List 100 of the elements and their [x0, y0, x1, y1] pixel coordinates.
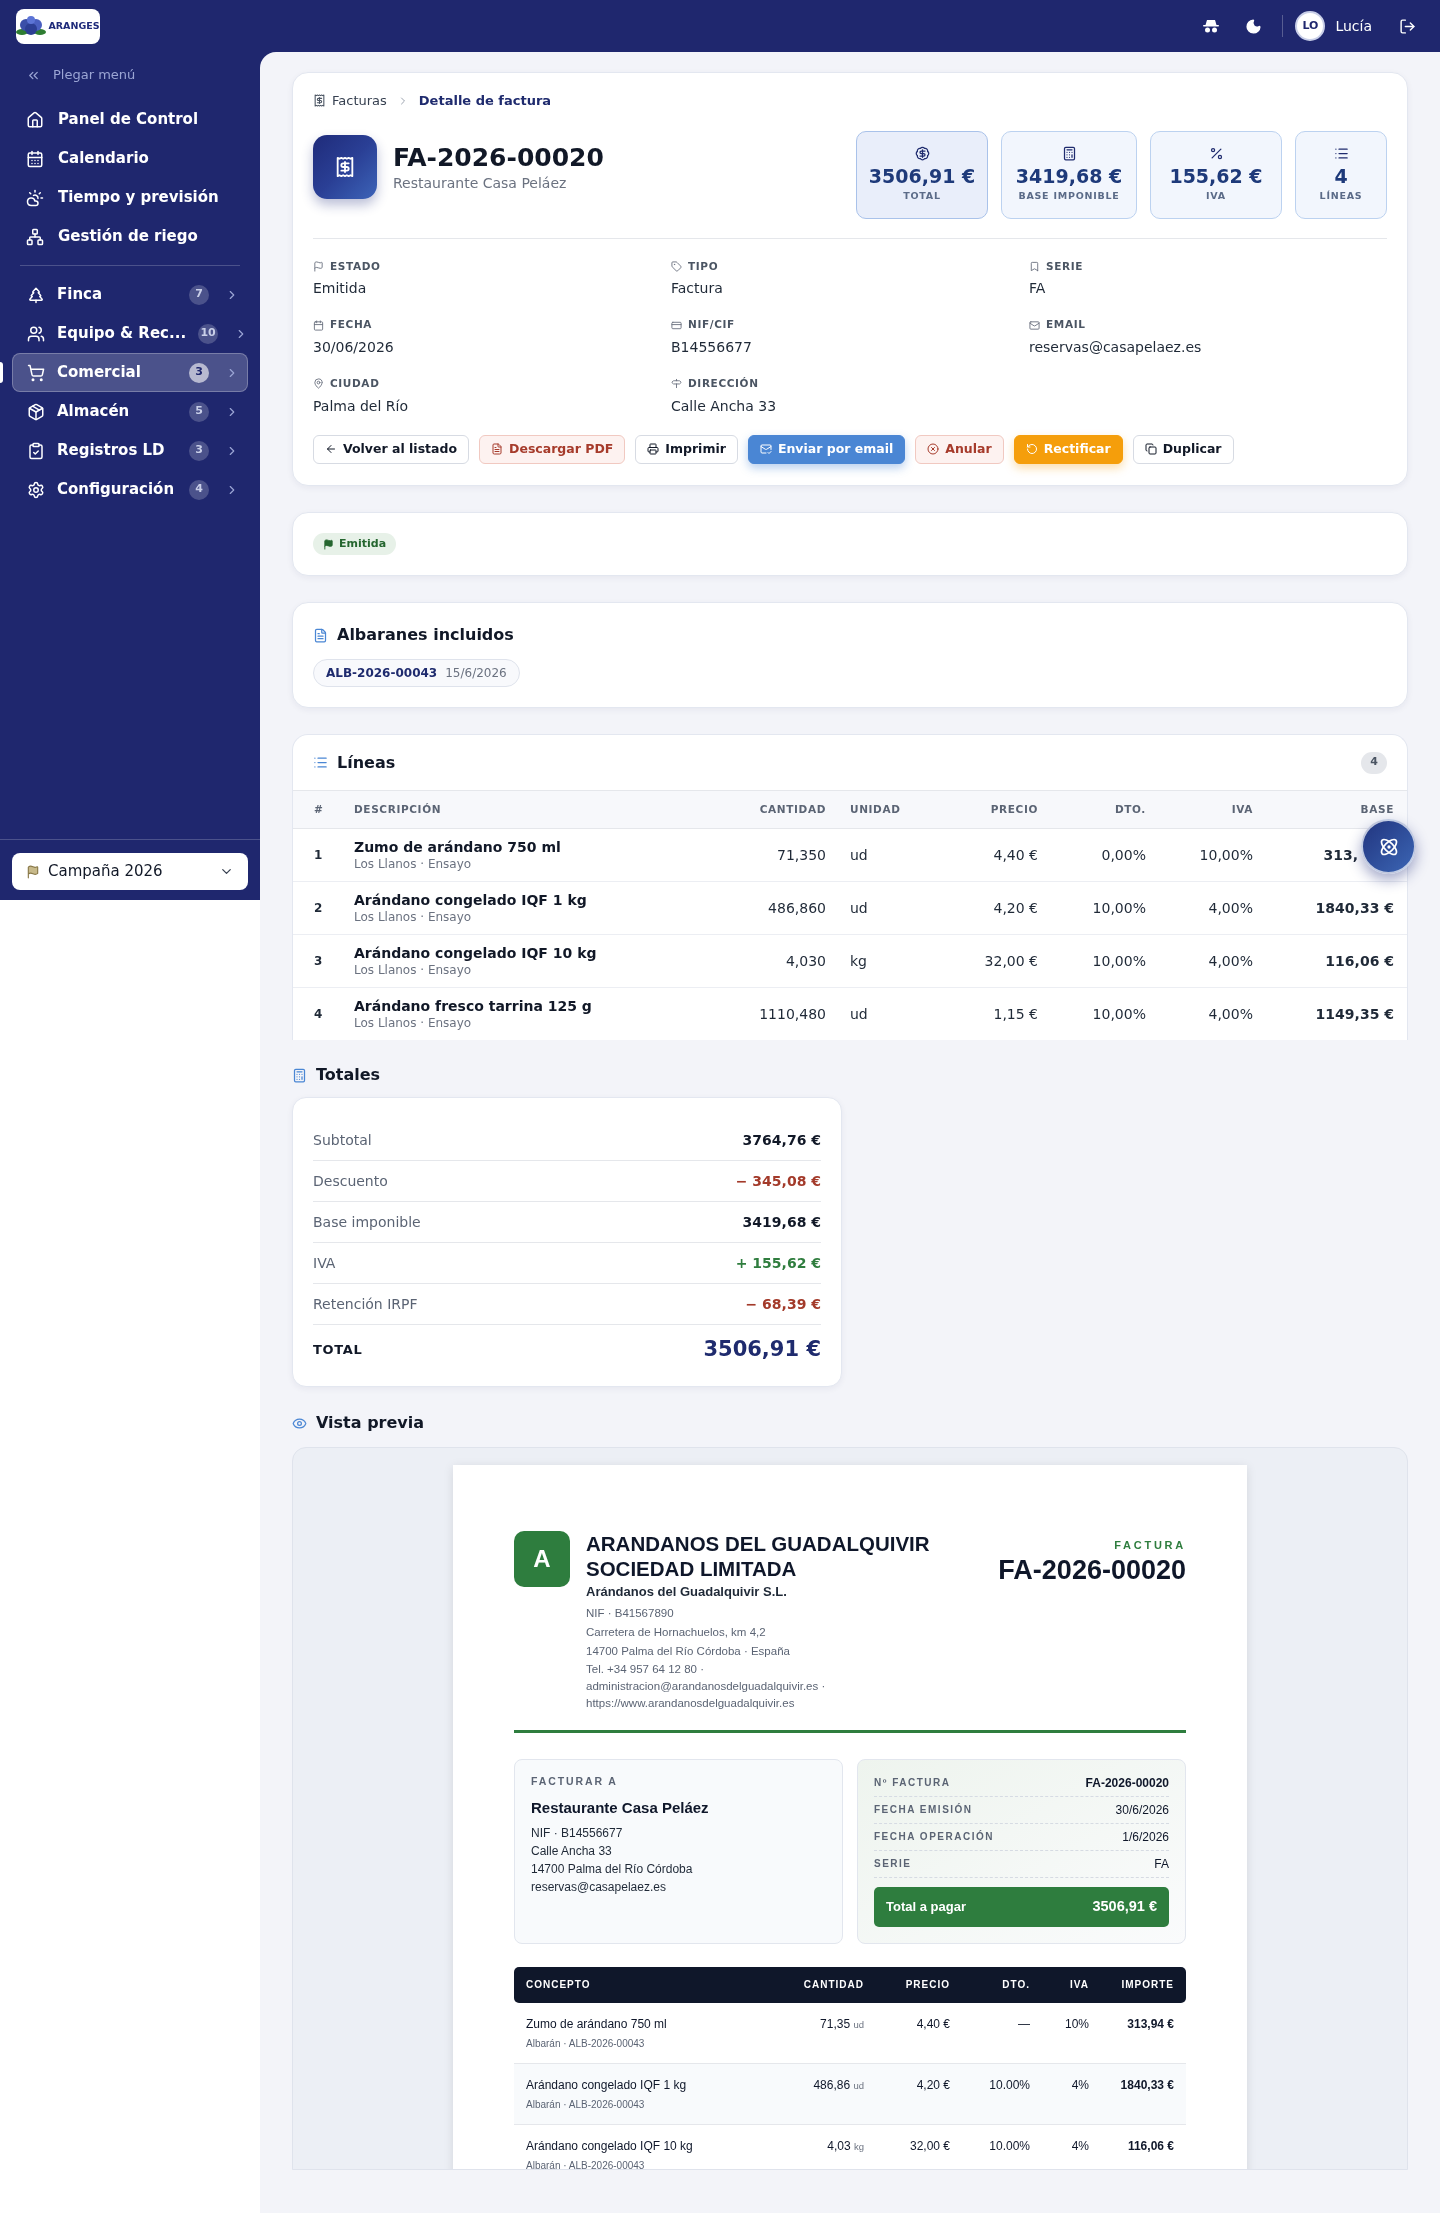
receipt-icon: [334, 155, 356, 178]
company-trade-name: Arándanos del Guadalquivir S.L.: [586, 1583, 788, 1601]
table-cell: 4,00%: [1146, 987, 1253, 1040]
product-meta: Los Llanos · Ensayo: [354, 1015, 473, 1031]
bookmark-icon: [1029, 260, 1040, 272]
company-detail: https://www.arandanosdelguadalquivir.es: [586, 1695, 796, 1711]
sidebar-label: Calendario: [58, 148, 149, 170]
table-cell: kg: [826, 934, 946, 988]
sidebar-item[interactable]: Registros LD 3: [12, 431, 248, 470]
sidebar-item[interactable]: Gestión de riego: [12, 217, 248, 256]
count-badge: 3: [189, 440, 209, 461]
money-icon: [914, 145, 930, 161]
breadcrumb-link[interactable]: Facturas: [332, 91, 387, 111]
mail-icon: [1029, 319, 1040, 331]
stat-value: 3419,68 €: [1015, 163, 1123, 189]
field-label: EMAIL: [1046, 317, 1086, 333]
totals-value: 3764,76 €: [742, 1130, 821, 1150]
logo-text: ARANGES: [48, 18, 100, 33]
network-icon: [26, 227, 44, 246]
product-name: Zumo de arándano 750 ml: [354, 838, 562, 856]
total-due-value: 3506,91 €: [1092, 1896, 1157, 1916]
table-cell: 10,00%: [1038, 881, 1146, 935]
section-title: Líneas: [337, 751, 396, 774]
flag-icon: [313, 260, 324, 272]
field-label: CIUDAD: [330, 376, 380, 391]
delivery-note-date: 15/6/2026: [445, 665, 507, 682]
active-indicator: [0, 362, 3, 383]
product-meta: Los Llanos · Ensayo: [354, 856, 473, 872]
field-label: NIF/CIF: [688, 317, 735, 333]
table-cell: 116,06 €: [1325, 952, 1394, 969]
meta-value: 1/6/2026: [1122, 1828, 1169, 1846]
sidebar-item[interactable]: Almacén 5: [12, 392, 248, 431]
meta-label: SERIE: [874, 1857, 912, 1871]
action-button[interactable]: Volver al listado: [313, 434, 470, 464]
table-cell: 4,00%: [1146, 881, 1253, 935]
field-label: FECHA: [330, 317, 373, 333]
invoice-customer: Restaurante Casa Peláez: [393, 173, 568, 193]
flag-icon: [26, 864, 40, 879]
column-header: BASE: [1253, 790, 1407, 829]
field-value: Emitida: [313, 279, 368, 299]
sidebar-label: Finca: [57, 284, 103, 306]
pin-icon: [313, 378, 324, 390]
sidebar-item[interactable]: Equipo & Rec... 10: [12, 314, 248, 353]
table-cell: —: [950, 2002, 1030, 2064]
stat-label: IVA: [1206, 188, 1226, 203]
totals-value: − 68,39 €: [745, 1294, 821, 1314]
user-avatar[interactable]: LO: [1295, 11, 1326, 41]
field-value: Factura: [671, 279, 724, 299]
meta-value: 30/6/2026: [1115, 1801, 1169, 1819]
sidebar-item[interactable]: Finca 7: [12, 275, 248, 314]
calendar-icon: [313, 319, 324, 331]
table-cell: 4,20 €: [864, 2063, 950, 2125]
sidebar-item[interactable]: Calendario: [12, 139, 248, 178]
logo[interactable]: ARANGES: [16, 8, 100, 44]
table-cell: 4,030: [716, 934, 826, 988]
delivery-note-code: ALB-2026-00043: [326, 665, 438, 682]
field-value: Calle Ancha 33: [671, 396, 778, 416]
logout-icon[interactable]: [1399, 17, 1416, 35]
dark-mode-icon[interactable]: [1245, 17, 1263, 35]
cloud-sun-icon: [26, 188, 44, 207]
sidebar-item[interactable]: Panel de Control: [12, 100, 248, 139]
concept-name: Arándano congelado IQF 10 kg: [526, 2138, 694, 2155]
column-header: UNIDAD: [826, 790, 946, 829]
stat-label: TOTAL: [903, 188, 941, 203]
incognito-icon[interactable]: [1203, 19, 1220, 33]
table-cell: 486,86 ud: [813, 2078, 864, 2092]
column-header: CONCEPTO: [525, 1978, 592, 1992]
action-button[interactable]: Enviar por email: [747, 434, 906, 464]
rotate-icon: [1025, 443, 1038, 456]
field-label: DIRECCIÓN: [688, 376, 759, 391]
table-cell: 313,: [1323, 846, 1358, 863]
box-icon: [27, 402, 45, 421]
stat-label: LÍNEAS: [1319, 188, 1363, 203]
delivery-note-chip[interactable]: ALB-2026-00043 15/6/2026: [313, 659, 520, 687]
sidebar-item[interactable]: Configuración 4: [12, 470, 248, 509]
collapse-menu-button[interactable]: Plegar menú: [26, 61, 260, 89]
action-button[interactable]: Descargar PDF: [479, 434, 626, 464]
action-button[interactable]: Imprimir: [635, 434, 738, 464]
season-select[interactable]: Campaña 2026: [12, 853, 248, 890]
sidebar-item[interactable]: Comercial 3: [12, 353, 248, 392]
sidebar-label: Gestión de riego: [58, 226, 198, 248]
sidebar-item[interactable]: Tiempo y previsión: [12, 178, 248, 217]
bill-to-heading: FACTURAR A: [531, 1773, 619, 1789]
count-badge: 4: [1361, 751, 1387, 774]
calculator-icon: [1061, 145, 1077, 161]
section-title: Vista previa: [316, 1412, 425, 1434]
mail-icon: [759, 443, 772, 456]
company-detail: administracion@arandanosdelguadalquivir.es ·: [586, 1678, 827, 1694]
atom-icon: [1378, 836, 1399, 857]
table-cell: 10,00%: [1038, 934, 1146, 988]
status-badge: Emitida: [313, 533, 397, 555]
action-button[interactable]: Anular: [915, 434, 1004, 464]
action-button[interactable]: Duplicar: [1132, 434, 1234, 464]
list-icon: [1333, 145, 1349, 161]
field-value: FA: [1029, 279, 1047, 299]
concept-name: Arándano congelado IQF 1 kg: [526, 2077, 688, 2094]
copy-icon: [1144, 443, 1157, 456]
column-header: PRECIO: [946, 790, 1038, 829]
x-circle-icon: [927, 443, 940, 456]
table-cell: 1149,35 €: [1315, 1005, 1394, 1022]
